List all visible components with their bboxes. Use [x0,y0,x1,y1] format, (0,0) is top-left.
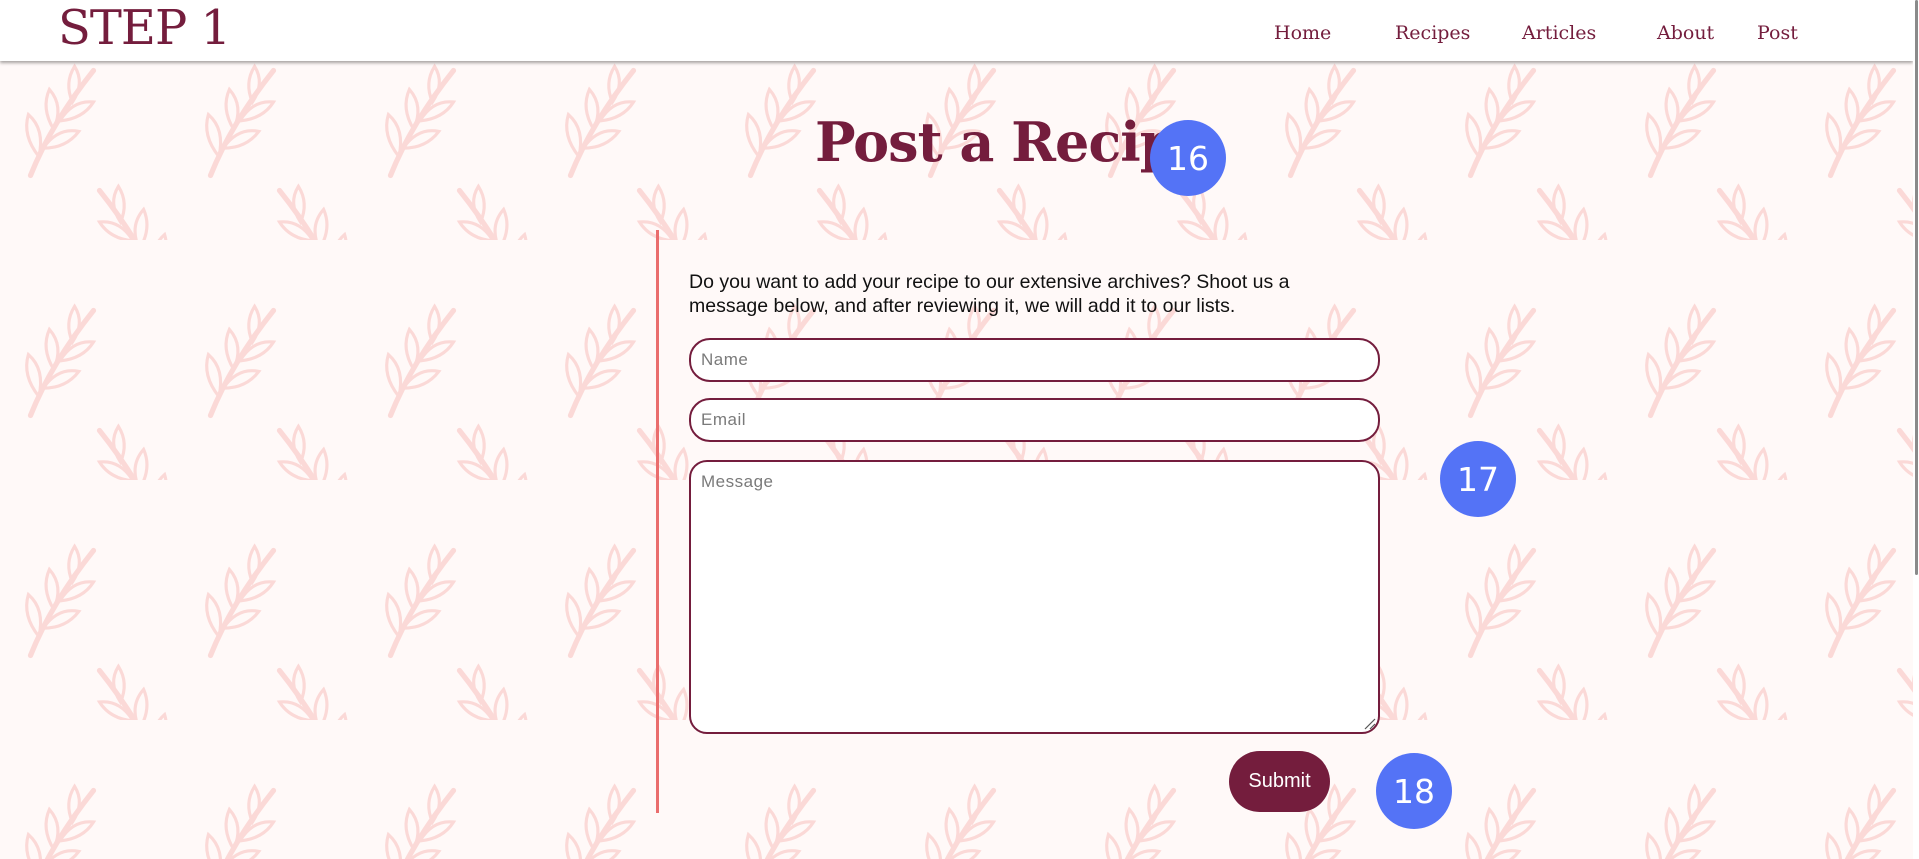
nav-item-articles[interactable]: Articles [1522,22,1596,44]
annotation-badge-18: 18 [1376,753,1452,829]
annotation-badge-16: 16 [1150,120,1226,196]
nav-item-post[interactable]: Post [1757,22,1798,44]
nav-item-recipes[interactable]: Recipes [1395,22,1470,44]
site-logo[interactable]: STEP 1 [58,2,231,54]
name-input[interactable] [689,338,1380,382]
site-header: STEP 1 Home Recipes Articles About Post [0,0,1913,61]
annotation-badge-17: 17 [1440,441,1516,517]
email-input[interactable] [689,398,1380,442]
form-intro-text: Do you want to add your recipe to our ex… [689,271,1290,317]
message-textarea[interactable] [689,460,1380,734]
nav-item-home[interactable]: Home [1274,22,1331,44]
resize-grip-icon[interactable] [1362,716,1376,730]
form-accent-line [656,230,659,813]
submit-button[interactable]: Submit [1229,751,1330,812]
nav-item-about[interactable]: About [1657,22,1714,44]
scrollbar-thumb[interactable] [1915,0,1918,575]
page-scrollbar[interactable] [1913,0,1919,859]
